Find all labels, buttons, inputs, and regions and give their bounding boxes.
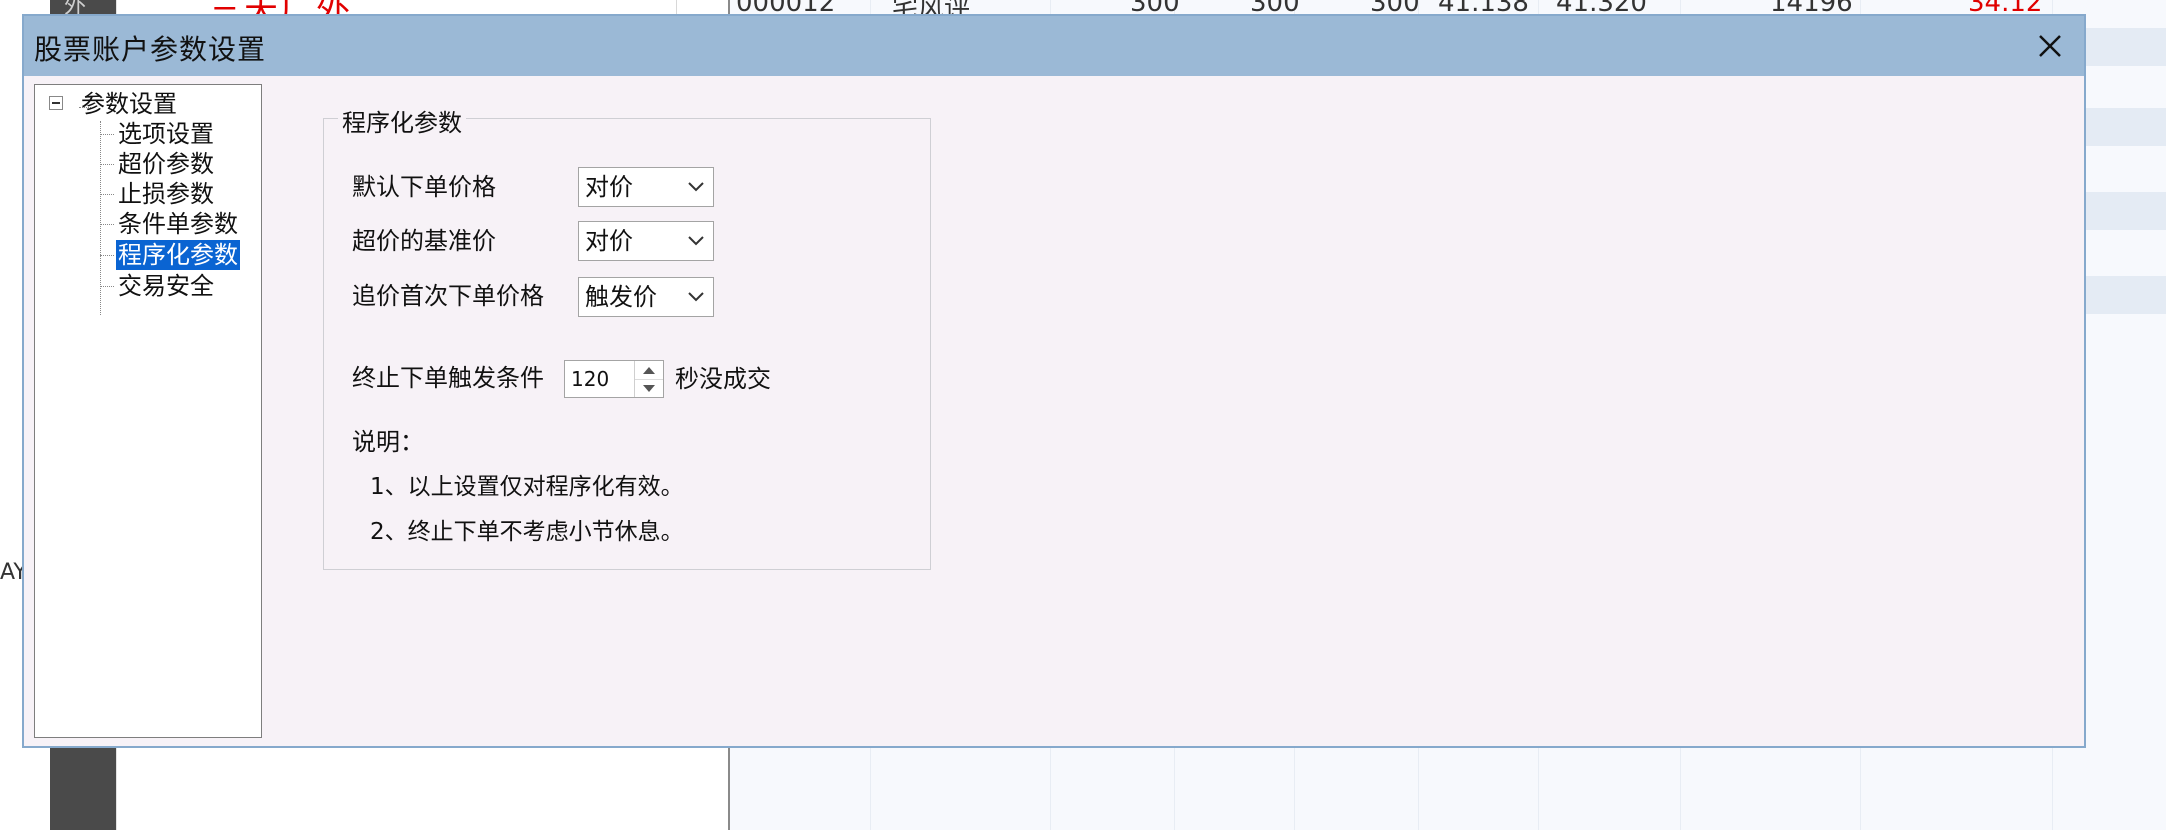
tree-item-label: 止损参数 [118,180,214,208]
stop-condition-spinner[interactable] [564,360,664,398]
collapse-icon[interactable] [49,96,63,110]
chevron-down-icon [688,292,704,302]
dialog-title: 股票账户参数设置 [34,33,267,66]
dialog-titlebar[interactable]: 股票账户参数设置 [24,16,2084,76]
base-price-label: 超价的基准价 [352,227,496,255]
background-strip-tab: 外 [64,0,87,14]
default-price-label: 默认下单价格 [352,173,496,201]
select-value: 触发价 [585,283,657,311]
spinner-buttons [634,361,663,397]
note-title: 说明： [352,428,424,456]
base-price-select[interactable]: 对价 [578,221,714,261]
note-line: 2、终止下单不考虑小节休息。 [370,519,684,545]
default-price-select[interactable]: 对价 [578,167,714,207]
triangle-up-icon [643,367,655,374]
chase-first-price-label: 追价首次下单价格 [352,282,544,310]
stop-condition-label: 终止下单触发条件 [352,364,544,392]
close-icon [2039,35,2061,57]
tree-item-label: 程序化参数 [116,240,240,270]
group-legend: 程序化参数 [338,103,466,138]
close-button[interactable] [2028,24,2072,68]
programmatic-params-group: 程序化参数 默认下单价格 对价 超价的基准价 对价 追价首次下单价格 触发价 终… [323,103,931,570]
tree-root-label: 参数设置 [81,90,177,118]
account-settings-dialog: 股票账户参数设置 参数设置 选项设置 超价参数 止损参数 条件单参数 程序化参数… [22,14,2086,748]
chevron-down-icon [688,182,704,192]
tree-item-label: 超价参数 [118,150,214,178]
stop-condition-suffix: 秒没成交 [675,365,771,393]
chevron-down-icon [688,236,704,246]
settings-tree[interactable]: 参数设置 选项设置 超价参数 止损参数 条件单参数 程序化参数 交易安全 [34,84,262,738]
chase-first-price-select[interactable]: 触发价 [578,277,714,317]
note-line: 1、以上设置仅对程序化有效。 [370,474,684,500]
spinner-down-button[interactable] [635,379,663,397]
triangle-down-icon [643,385,655,392]
select-value: 对价 [585,227,633,255]
tree-item-label: 交易安全 [118,272,214,300]
tree-item-label: 条件单参数 [118,210,238,238]
tree-item-label: 选项设置 [118,120,214,148]
stop-condition-input[interactable] [565,361,631,397]
background-column-line [676,0,677,14]
background-table-row[interactable]: 000012 宅风评 300 300 300 41.138 41.320 141… [730,0,2166,24]
select-value: 对价 [585,173,633,201]
spinner-up-button[interactable] [635,361,663,380]
